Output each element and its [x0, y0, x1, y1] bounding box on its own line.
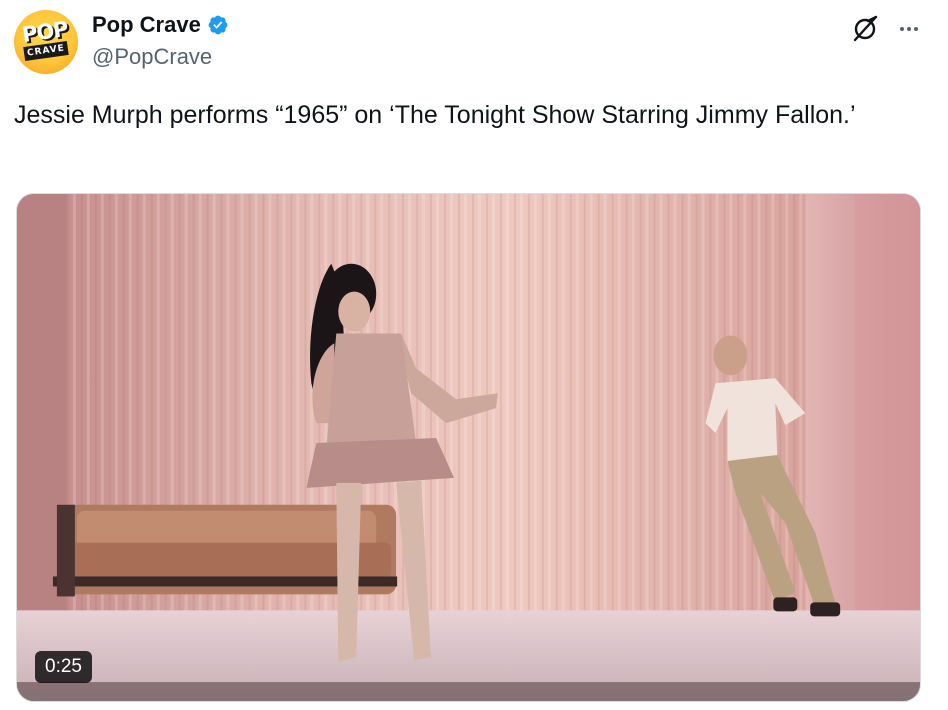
avatar[interactable]: POP CRAVE: [14, 10, 78, 74]
author-display-name[interactable]: Pop Crave: [92, 12, 201, 38]
tweet-header: POP CRAVE Pop Crave @PopCrave: [14, 10, 934, 76]
author-handle[interactable]: @PopCrave: [92, 44, 212, 70]
more-icon[interactable]: [892, 14, 926, 44]
video-thumbnail: [17, 194, 920, 701]
author-name-row: Pop Crave: [92, 12, 229, 38]
tweet-text: Jessie Murph performs “1965” on ‘The Ton…: [14, 101, 856, 129]
video-player[interactable]: [16, 193, 921, 702]
verified-badge-icon[interactable]: [207, 14, 229, 36]
grok-icon[interactable]: [850, 14, 880, 44]
video-duration-badge: 0:25: [35, 651, 92, 683]
